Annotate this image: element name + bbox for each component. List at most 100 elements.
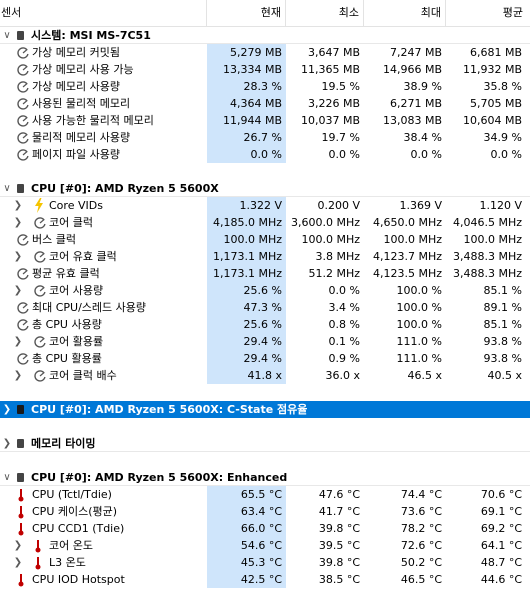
max-value: 100.0 MHz bbox=[383, 233, 442, 246]
chevron-right-icon[interactable]: ❯ bbox=[13, 537, 23, 554]
sensor-row[interactable]: 물리적 메모리 사용량 26.7 % 19.7 % 38.4 % 34.9 % bbox=[0, 129, 530, 146]
chevron-right-icon[interactable]: ❯ bbox=[13, 197, 23, 214]
sensor-row[interactable]: 평균 유효 클럭 1,173.1 MHz 51.2 MHz 4,123.5 MHz 3,… bbox=[0, 265, 530, 282]
avg-value: 11,932 MB bbox=[462, 63, 522, 76]
max-value: 73.6 °C bbox=[400, 505, 442, 518]
blank-row bbox=[0, 418, 530, 435]
min-value: 3,647 MB bbox=[307, 46, 360, 59]
sensor-row[interactable]: ❯ 코어 클럭 배수 41.8 x 36.0 x 46.5 x 40.5 x bbox=[0, 367, 530, 384]
chevron-right-icon[interactable]: ❯ bbox=[13, 333, 23, 350]
thermometer-icon bbox=[34, 539, 42, 553]
chevron-down-icon[interactable]: ∨ bbox=[2, 27, 12, 44]
sensor-row[interactable]: ❯ 코어 온도 54.6 °C 39.5 °C 72.6 °C 64.1 °C bbox=[0, 537, 530, 554]
gauge-icon bbox=[17, 234, 29, 246]
current-value: 28.3 % bbox=[207, 78, 286, 95]
sensor-row[interactable]: ❯ 코어 활용률 29.4 % 0.1 % 111.0 % 93.8 % bbox=[0, 333, 530, 350]
gauge-icon bbox=[17, 64, 29, 76]
chevron-right-icon[interactable]: ❯ bbox=[2, 401, 12, 418]
avg-value: 40.5 x bbox=[487, 369, 523, 382]
sensor-row[interactable]: ❯ 코어 사용량 25.6 % 0.0 % 100.0 % 85.1 % bbox=[0, 282, 530, 299]
sensor-group-row[interactable]: ∨ CPU [#0]: AMD Ryzen 5 5600X: Enhanced bbox=[0, 469, 530, 486]
sensor-label: 총 CPU 사용량 bbox=[32, 318, 102, 331]
sensor-row[interactable]: CPU (Tctl/Tdie) 65.5 °C 47.6 °C 74.4 °C 70.6… bbox=[0, 486, 530, 503]
current-value: 1,173.1 MHz bbox=[207, 265, 286, 282]
sensor-group-row[interactable]: ❯ 메모리 타이밍 bbox=[0, 435, 530, 452]
avg-value: 93.8 % bbox=[483, 335, 522, 348]
min-value: 39.8 °C bbox=[318, 522, 360, 535]
current-value: 26.7 % bbox=[207, 129, 286, 146]
min-value: 19.5 % bbox=[321, 80, 360, 93]
min-value: 39.5 °C bbox=[318, 539, 360, 552]
max-value: 13,083 MB bbox=[382, 114, 442, 127]
chevron-right-icon[interactable]: ❯ bbox=[13, 554, 23, 571]
sensor-row[interactable]: ❯ 코어 클럭 4,185.0 MHz 3,600.0 MHz 4,650.0 MHz 4… bbox=[0, 214, 530, 231]
sensor-row[interactable]: 가상 메모리 사용 가능 13,334 MB 11,365 MB 14,966 MB 1… bbox=[0, 61, 530, 78]
thermometer-icon bbox=[17, 573, 25, 587]
sensor-row[interactable]: 사용 가능한 물리적 메모리 11,944 MB 10,037 MB 13,083 M… bbox=[0, 112, 530, 129]
sensor-row[interactable]: 가상 메모리 커밋됨 5,279 MB 3,647 MB 7,247 MB 6,681 … bbox=[0, 44, 530, 61]
chevron-right-icon[interactable]: ❯ bbox=[13, 248, 23, 265]
sensor-label: 최대 CPU/스레드 사용량 bbox=[32, 301, 147, 314]
gauge-icon bbox=[17, 47, 29, 59]
sensor-row[interactable]: CPU CCD1 (Tdie) 66.0 °C 39.8 °C 78.2 °C 69.2… bbox=[0, 520, 530, 537]
column-max-header[interactable]: 최대 bbox=[364, 0, 446, 26]
chevron-right-icon[interactable]: ❯ bbox=[13, 282, 23, 299]
chevron-right-icon[interactable]: ❯ bbox=[13, 214, 23, 231]
min-value: 3.8 MHz bbox=[315, 250, 360, 263]
sensor-group-label: 시스템: MSI MS-7C51 bbox=[31, 29, 151, 42]
avg-value: 34.9 % bbox=[483, 131, 522, 144]
sensor-label: 코어 유효 클럭 bbox=[49, 250, 117, 263]
sensor-row[interactable]: 사용된 물리적 메모리 4,364 MB 3,226 MB 6,271 MB 5,705… bbox=[0, 95, 530, 112]
bolt-icon bbox=[34, 198, 44, 213]
max-value: 100.0 % bbox=[396, 301, 442, 314]
column-current-header[interactable]: 현재 bbox=[207, 0, 286, 26]
current-value: 47.3 % bbox=[207, 299, 286, 316]
current-value: 25.6 % bbox=[207, 282, 286, 299]
min-value: 0.200 V bbox=[317, 199, 360, 212]
sensor-row[interactable]: 총 CPU 활용률 29.4 % 0.9 % 111.0 % 93.8 % bbox=[0, 350, 530, 367]
column-sensor-header[interactable]: 센서 bbox=[0, 0, 207, 26]
blank-row bbox=[0, 163, 530, 180]
sensor-row[interactable]: ❯ Core VIDs 1.322 V 0.200 V 1.369 V 1.120 V bbox=[0, 197, 530, 214]
sensor-group-row[interactable]: ∨ CPU [#0]: AMD Ryzen 5 5600X bbox=[0, 180, 530, 197]
min-value: 41.7 °C bbox=[318, 505, 360, 518]
current-value: 4,364 MB bbox=[207, 95, 286, 112]
sensor-tree: ∨ 시스템: MSI MS-7C51 가상 메모리 커밋됨 5,279 MB 3,647… bbox=[0, 27, 530, 588]
gauge-icon bbox=[34, 336, 46, 348]
sensor-row[interactable]: ❯ L3 온도 45.3 °C 39.8 °C 50.2 °C 48.7 °C bbox=[0, 554, 530, 571]
sensor-label: 버스 클럭 bbox=[32, 233, 76, 246]
chevron-right-icon[interactable]: ❯ bbox=[13, 367, 23, 384]
chevron-right-icon[interactable]: ❯ bbox=[2, 435, 12, 452]
sensor-row[interactable]: CPU IOD Hotspot 42.5 °C 38.5 °C 46.5 °C 44.6… bbox=[0, 571, 530, 588]
avg-value: 64.1 °C bbox=[480, 539, 522, 552]
max-value: 46.5 x bbox=[407, 369, 443, 382]
avg-value: 35.8 % bbox=[483, 80, 522, 93]
min-value: 47.6 °C bbox=[318, 488, 360, 501]
sensor-row[interactable]: 최대 CPU/스레드 사용량 47.3 % 3.4 % 100.0 % 89.1 % bbox=[0, 299, 530, 316]
sensor-group-row[interactable]: ∨ 시스템: MSI MS-7C51 bbox=[0, 27, 530, 44]
sensor-group-row[interactable]: ❯ CPU [#0]: AMD Ryzen 5 5600X: C-State 점유… bbox=[0, 401, 530, 418]
chip-icon bbox=[17, 473, 24, 482]
sensor-row[interactable]: 가상 메모리 사용량 28.3 % 19.5 % 38.9 % 35.8 % bbox=[0, 78, 530, 95]
min-value: 0.8 % bbox=[328, 318, 360, 331]
chevron-down-icon[interactable]: ∨ bbox=[2, 469, 12, 486]
max-value: 38.4 % bbox=[403, 131, 442, 144]
sensor-row[interactable]: ❯ 코어 유효 클럭 1,173.1 MHz 3.8 MHz 4,123.7 MHz 3,… bbox=[0, 248, 530, 265]
sensor-label: L3 온도 bbox=[49, 556, 86, 569]
avg-value: 69.1 °C bbox=[480, 505, 522, 518]
current-value: 1.322 V bbox=[207, 197, 286, 214]
chevron-down-icon[interactable]: ∨ bbox=[2, 180, 12, 197]
column-header: 센서 현재 최소 최대 평균 bbox=[0, 0, 530, 27]
max-value: 4,650.0 MHz bbox=[372, 216, 442, 229]
column-min-header[interactable]: 최소 bbox=[286, 0, 364, 26]
column-avg-header[interactable]: 평균 bbox=[446, 0, 530, 26]
gauge-icon bbox=[34, 370, 46, 382]
sensor-row[interactable]: CPU 케이스(평균) 63.4 °C 41.7 °C 73.6 °C 69.1 °C bbox=[0, 503, 530, 520]
sensor-row[interactable]: 총 CPU 사용량 25.6 % 0.8 % 100.0 % 85.1 % bbox=[0, 316, 530, 333]
sensor-row[interactable]: 버스 클럭 100.0 MHz 100.0 MHz 100.0 MHz 100.0 MH… bbox=[0, 231, 530, 248]
min-value: 0.9 % bbox=[328, 352, 360, 365]
avg-value: 70.6 °C bbox=[480, 488, 522, 501]
min-value: 10,037 MB bbox=[300, 114, 360, 127]
sensor-row[interactable]: 페이지 파일 사용량 0.0 % 0.0 % 0.0 % 0.0 % bbox=[0, 146, 530, 163]
min-value: 0.0 % bbox=[328, 148, 360, 161]
